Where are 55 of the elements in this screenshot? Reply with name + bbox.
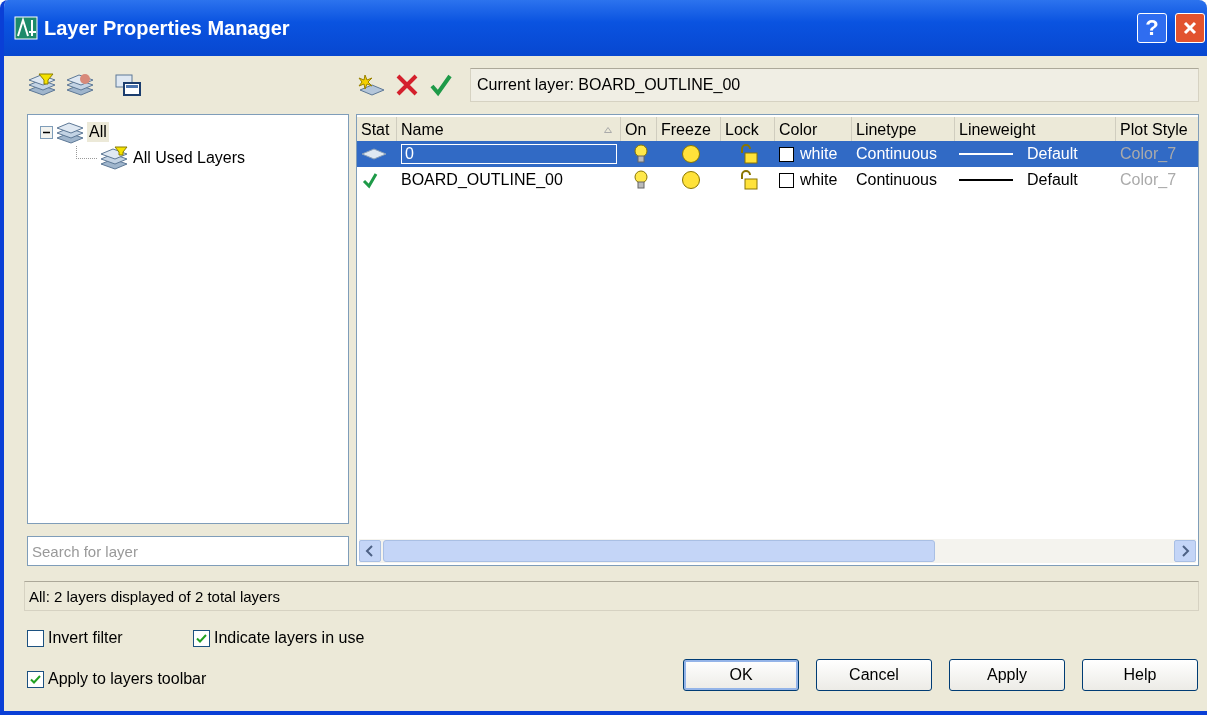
delete-icon[interactable] [394, 72, 420, 98]
scroll-left-icon[interactable] [359, 540, 381, 562]
table-cell: white [800, 145, 838, 163]
checkbox-label: Apply to layers toolbar [48, 670, 207, 688]
dialog-button[interactable]: OK [683, 659, 799, 691]
current-layer-label: Current layer: BOARD_OUTLINE_00 [470, 68, 1199, 102]
table-cell: Color_7 [1120, 171, 1177, 189]
checkbox[interactable] [193, 629, 210, 647]
checkbox[interactable] [27, 629, 44, 647]
app-icon [14, 16, 38, 40]
dialog-button[interactable]: Cancel [816, 659, 932, 691]
padlock-icon[interactable] [740, 144, 760, 164]
collapse-icon[interactable] [40, 125, 53, 139]
table-cell: white [800, 171, 838, 189]
table-cell: Continuous [856, 145, 937, 163]
scroll-thumb[interactable] [383, 540, 935, 562]
checkmark-icon [361, 171, 379, 189]
sun-icon[interactable] [681, 170, 701, 190]
table-cell: Color_7 [1120, 145, 1177, 163]
checkbox[interactable] [27, 670, 44, 688]
line-sample [959, 153, 1013, 155]
lightbulb-icon[interactable] [634, 144, 648, 164]
checkmark-icon[interactable] [428, 72, 454, 98]
name-field[interactable]: 0 [401, 144, 617, 164]
filter-layers-icon [99, 146, 129, 170]
scroll-right-icon[interactable] [1174, 540, 1196, 562]
close-button[interactable] [1175, 13, 1205, 43]
tree-connector [76, 145, 97, 159]
line-sample [959, 179, 1013, 181]
window-title: Layer Properties Manager [44, 16, 291, 40]
search-field[interactable]: Search for layer [27, 536, 349, 566]
lightbulb-icon[interactable] [634, 170, 648, 190]
close-icon [1182, 20, 1198, 36]
states-manager-icon[interactable] [113, 72, 143, 98]
padlock-icon[interactable] [740, 170, 760, 190]
tree-item[interactable]: All [87, 122, 109, 142]
checkbox-label: Indicate layers in use [214, 629, 365, 647]
color-swatch[interactable] [779, 172, 794, 188]
new-layer-icon[interactable] [356, 72, 386, 98]
layers-icon [55, 120, 85, 144]
table-cell: Default [1027, 145, 1078, 163]
dialog-button[interactable]: Help [1082, 659, 1198, 691]
checkbox-label: Invert filter [48, 629, 123, 647]
table-cell: BOARD_OUTLINE_00 [401, 171, 563, 189]
table-cell: Continuous [856, 171, 937, 189]
layer-icon [361, 147, 387, 161]
help-button[interactable]: ? [1137, 13, 1167, 43]
table-cell: Default [1027, 171, 1078, 189]
group-filter-icon[interactable] [65, 72, 95, 98]
dialog-button[interactable]: Apply [949, 659, 1065, 691]
tree-item[interactable]: All Used Layers [131, 148, 248, 168]
new-filter-icon[interactable] [27, 72, 57, 98]
color-swatch[interactable] [779, 146, 794, 162]
sun-icon[interactable] [681, 144, 701, 164]
status-bar: All: 2 layers displayed of 2 total layers [24, 581, 1199, 611]
